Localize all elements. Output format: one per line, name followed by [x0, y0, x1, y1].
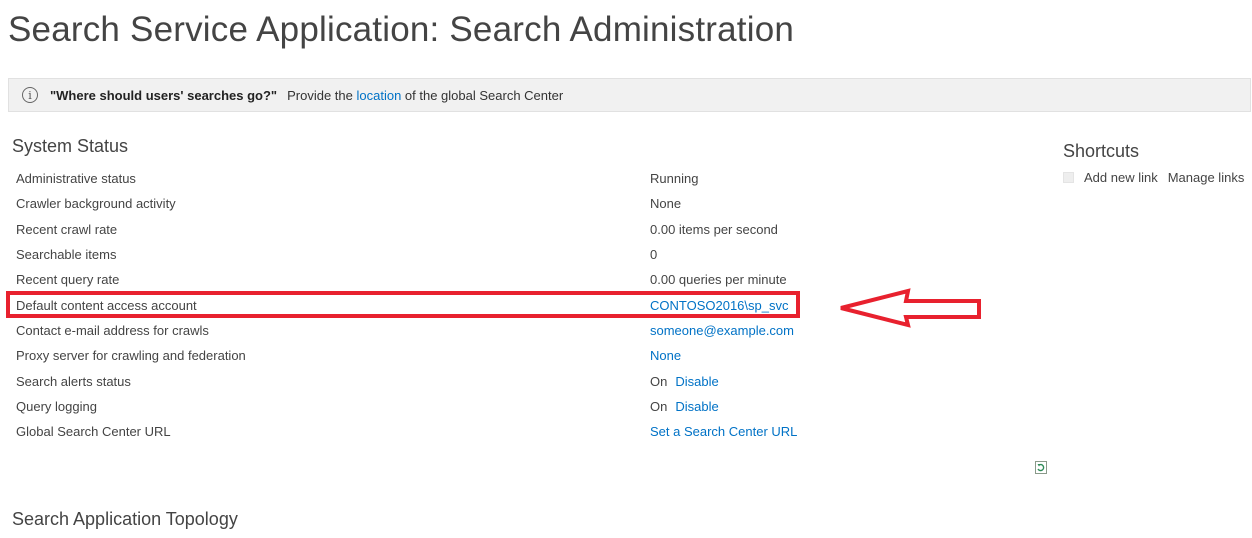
status-value-text: 0.00 items per second [650, 221, 778, 237]
status-value: Running [650, 171, 698, 186]
add-new-link[interactable]: Add new link [1084, 170, 1158, 185]
info-bar: i "Where should users' searches go?" Pro… [8, 78, 1251, 112]
status-label: Recent crawl rate [16, 221, 118, 237]
disable-query-logging-link[interactable]: Disable [675, 399, 718, 414]
status-value-text: On [650, 373, 668, 389]
proxy-server-link[interactable]: None [650, 348, 681, 363]
status-value: On Disable [650, 374, 719, 389]
info-icon: i [22, 87, 38, 103]
status-row-query-logging: Query logging On Disable [16, 394, 836, 419]
status-value-text: None [650, 196, 682, 212]
status-row-content-access-account: Default content access account CONTOSO20… [16, 292, 836, 317]
status-row-crawler-activity: Crawler background activity None [16, 191, 836, 216]
status-value: On Disable [650, 399, 719, 414]
status-label: Administrative status [16, 171, 136, 187]
status-label: Contact e-mail address for crawls [16, 322, 209, 338]
info-text-after: of the global Search Center [404, 87, 564, 103]
shortcuts-title: Shortcuts [1063, 141, 1140, 161]
status-row-search-alerts: Search alerts status On Disable [16, 368, 836, 393]
status-value: Set a Search Center URL [650, 424, 797, 439]
topology-title: Search Application Topology [12, 509, 238, 529]
content-access-account-link[interactable]: CONTOSO2016\sp_svc [650, 298, 788, 313]
manage-links[interactable]: Manage links [1168, 170, 1245, 185]
status-label: Proxy server for crawling and federation [16, 348, 246, 364]
status-row-administrative-status: Administrative status Running [16, 166, 836, 191]
status-label: Default content access account [16, 297, 197, 313]
status-row-proxy-server: Proxy server for crawling and federation… [16, 343, 836, 368]
status-value-text: 0 [650, 247, 658, 263]
left-arrow-annotation-icon [840, 288, 981, 328]
status-label: Searchable items [16, 247, 117, 263]
set-search-center-url-link[interactable]: Set a Search Center URL [650, 424, 797, 439]
status-row-searchable-items: Searchable items 0 [16, 242, 836, 267]
status-value: CONTOSO2016\sp_svc [650, 298, 788, 313]
status-label: Recent query rate [16, 272, 120, 288]
status-label: Global Search Center URL [16, 424, 171, 440]
status-label: Query logging [16, 398, 97, 414]
system-status-table: Administrative status Running Crawler ba… [16, 166, 836, 444]
status-value: None [650, 348, 681, 363]
status-row-crawl-rate: Recent crawl rate 0.00 items per second [16, 217, 836, 242]
status-value: None [650, 196, 681, 211]
status-value: 0 [650, 247, 657, 262]
search-admin-page: Search Service Application: Search Admin… [0, 0, 1252, 538]
status-value: 0.00 items per second [650, 222, 778, 237]
status-value-text: 0.00 queries per minute [650, 272, 787, 288]
status-label: Search alerts status [16, 373, 131, 389]
disable-search-alerts-link[interactable]: Disable [675, 374, 718, 389]
status-value-text: On [650, 398, 668, 414]
system-status-title: System Status [12, 136, 129, 156]
refresh-icon[interactable] [1035, 461, 1047, 474]
status-value: 0.00 queries per minute [650, 272, 787, 287]
contact-email-link[interactable]: someone@example.com [650, 323, 794, 338]
shortcuts-links: Add new link Manage links [1063, 170, 1252, 185]
status-row-search-center-url: Global Search Center URL Set a Search Ce… [16, 419, 836, 444]
status-value: someone@example.com [650, 323, 794, 338]
status-value-text: Running [650, 171, 699, 187]
shortcut-checkbox[interactable] [1063, 172, 1074, 183]
status-label: Crawler background activity [16, 196, 176, 212]
location-link[interactable]: location [356, 88, 401, 103]
status-row-query-rate: Recent query rate 0.00 queries per minut… [16, 267, 836, 292]
status-row-contact-email: Contact e-mail address for crawls someon… [16, 318, 836, 343]
page-title: Search Service Application: Search Admin… [8, 10, 795, 49]
info-text-before: Provide the [287, 87, 353, 103]
info-question: "Where should users' searches go?" [50, 87, 278, 103]
